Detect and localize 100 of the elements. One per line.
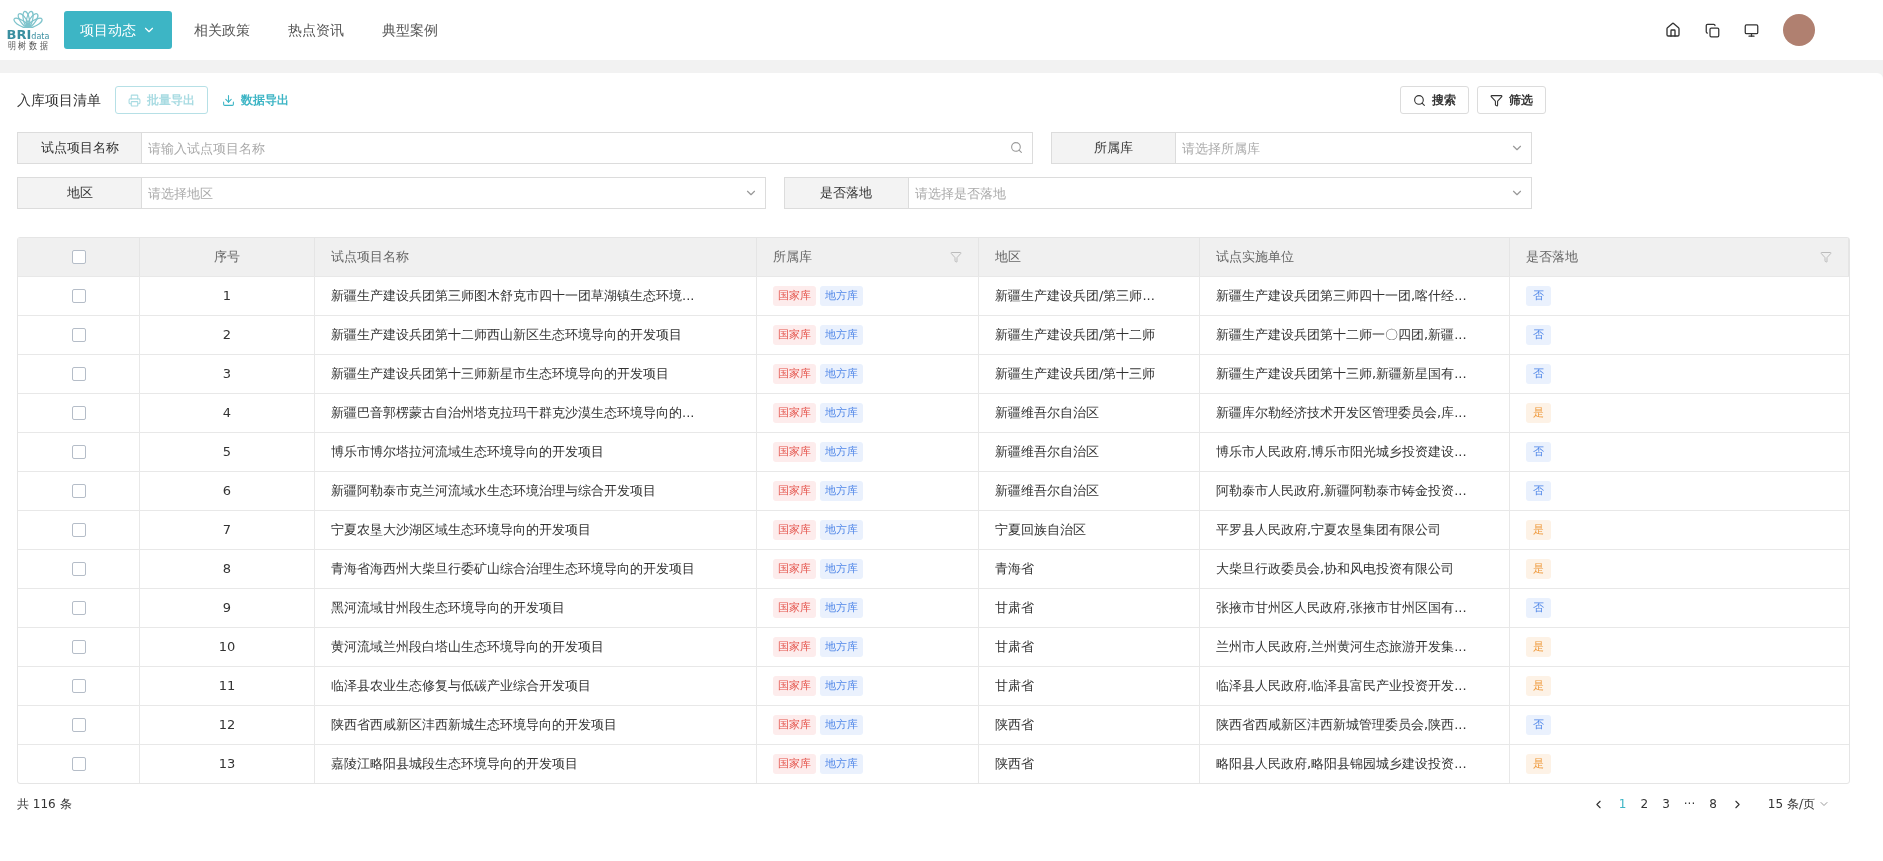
copy-icon[interactable] (1705, 22, 1720, 38)
checkbox[interactable] (71, 289, 86, 303)
checkbox[interactable] (71, 367, 86, 381)
table-cell-text: 新疆库尔勒经济技术开发区管理委员会,库... (1216, 404, 1467, 423)
nav-tab[interactable]: 相关政策 (178, 11, 266, 49)
column-header: 地区 (995, 248, 1021, 267)
select-field[interactable]: 请选择地区 (142, 177, 766, 209)
table-cell-text: 新疆阿勒泰市克兰河流域水生态环境治理与综合开发项目 (331, 482, 656, 501)
table-cell-text: 1 (222, 287, 232, 306)
nav-tab[interactable]: 典型案例 (366, 11, 454, 49)
table-cell-text: 新疆维吾尔自治区 (995, 404, 1099, 423)
checkbox[interactable] (71, 718, 86, 732)
table-cell-text: 13 (218, 755, 236, 774)
table-cell-text: 黑河流域甘州段生态环境导向的开发项目 (331, 599, 565, 618)
checkbox[interactable] (71, 445, 86, 459)
library-tag: 地方库 (820, 363, 863, 385)
library-tag: 地方库 (820, 675, 863, 697)
search-icon (1413, 93, 1426, 107)
table-cell-text: 新疆生产建设兵团第三师四十一团,喀什经... (1216, 287, 1467, 306)
status-tag: 是 (1526, 558, 1551, 580)
table-cell-text: 宁夏农垦大沙湖区域生态环境导向的开发项目 (331, 521, 591, 540)
library-tag: 国家库 (773, 558, 816, 580)
checkbox[interactable] (71, 562, 86, 576)
status-tag: 否 (1526, 480, 1551, 502)
checkbox[interactable] (71, 250, 86, 264)
table-cell-text: 新疆生产建设兵团第十二师一〇四团,新疆... (1216, 326, 1467, 345)
leaf-icon (12, 9, 44, 28)
select-field[interactable]: 请选择是否落地 (908, 177, 1532, 209)
table-cell-text: 甘肃省 (995, 677, 1034, 696)
page-button[interactable]: 8 (1709, 795, 1717, 813)
page-button[interactable]: ··· (1683, 795, 1696, 813)
table-cell-text: 博乐市博尔塔拉河流域生态环境导向的开发项目 (331, 443, 604, 462)
library-tag: 国家库 (773, 753, 816, 775)
avatar[interactable] (1783, 14, 1815, 46)
page-button[interactable]: 3 (1662, 795, 1670, 813)
nav-tab[interactable]: 热点资讯 (272, 11, 360, 49)
search-button[interactable]: 搜索 (1400, 86, 1469, 114)
library-tag: 国家库 (773, 519, 816, 541)
library-tag: 地方库 (820, 441, 863, 463)
status-tag: 否 (1526, 597, 1551, 619)
library-tag: 国家库 (773, 285, 816, 307)
checkbox[interactable] (71, 523, 86, 537)
table-cell-text: 3 (222, 365, 232, 384)
library-tag: 地方库 (820, 285, 863, 307)
table-cell-text: 阿勒泰市人民政府,新疆阿勒泰市铸金投资... (1216, 482, 1467, 501)
table-cell-text: 兰州市人民政府,兰州黄河生态旅游开发集... (1216, 638, 1467, 657)
library-tag: 国家库 (773, 324, 816, 346)
filter-icon[interactable] (1820, 251, 1832, 263)
status-tag: 否 (1526, 324, 1551, 346)
table-cell-text: 12 (218, 716, 236, 735)
table-cell-text: 新疆生产建设兵团/第十二师 (995, 326, 1156, 345)
checkbox[interactable] (71, 757, 86, 771)
library-tag: 国家库 (773, 714, 816, 736)
table-cell-text: 新疆维吾尔自治区 (995, 443, 1099, 462)
filter-icon[interactable] (950, 251, 962, 263)
library-tag: 国家库 (773, 597, 816, 619)
status-tag: 是 (1526, 753, 1551, 775)
table-cell-text: 青海省海西州大柴旦行委矿山综合治理生态环境导向的开发项目 (331, 560, 695, 579)
filter-icon (1490, 93, 1503, 107)
checkbox[interactable] (71, 679, 86, 693)
library-tag: 地方库 (820, 324, 863, 346)
total-count: 共 116 条 (17, 796, 72, 813)
table-cell-text: 平罗县人民政府,宁夏农垦集团有限公司 (1216, 521, 1442, 540)
logo: BRIdata 明 树 数 据 (2, 9, 54, 51)
filter-button[interactable]: 筛选 (1477, 86, 1546, 114)
library-tag: 国家库 (773, 480, 816, 502)
checkbox[interactable] (71, 640, 86, 654)
column-header: 序号 (214, 248, 240, 267)
field-label: 地区 (17, 177, 142, 209)
table-cell-text: 黄河流域兰州段白塔山生态环境导向的开发项目 (331, 638, 604, 657)
table-cell-text: 临泽县农业生态修复与低碳产业综合开发项目 (331, 677, 591, 696)
select-field[interactable]: 请选择所属库 (1176, 132, 1532, 164)
table-cell-text: 青海省 (995, 560, 1034, 579)
monitor-icon[interactable] (1744, 22, 1759, 38)
table-cell-text: 新疆生产建设兵团/第三师... (995, 287, 1155, 306)
checkbox[interactable] (71, 328, 86, 342)
table-cell-text: 新疆维吾尔自治区 (995, 482, 1099, 501)
checkbox[interactable] (71, 601, 86, 615)
table-cell-text: 9 (222, 599, 232, 618)
checkbox[interactable] (71, 484, 86, 498)
field-label: 试点项目名称 (17, 132, 142, 164)
table-cell-text: 甘肃省 (995, 638, 1034, 657)
column-header: 所属库 (773, 248, 812, 267)
library-tag: 地方库 (820, 480, 863, 502)
table-cell-text: 略阳县人民政府,略阳县锦园城乡建设投资... (1216, 755, 1467, 774)
status-tag: 是 (1526, 675, 1551, 697)
table-cell-text: 6 (222, 482, 232, 501)
table-cell-text: 陕西省西咸新区沣西新城生态环境导向的开发项目 (331, 716, 617, 735)
table-cell-text: 陕西省 (995, 755, 1034, 774)
input-field[interactable]: 请输入试点项目名称 (142, 132, 1033, 164)
checkbox[interactable] (71, 406, 86, 420)
search-icon (1010, 141, 1023, 154)
table-cell-text: 5 (222, 443, 232, 462)
home-icon[interactable] (1665, 22, 1681, 38)
status-tag: 是 (1526, 519, 1551, 541)
library-tag: 地方库 (820, 558, 863, 580)
table-cell-text: 张掖市甘州区人民政府,张掖市甘州区国有... (1216, 599, 1467, 618)
page-button[interactable]: 2 (1640, 795, 1649, 813)
table-cell-text: 临泽县人民政府,临泽县富民产业投资开发... (1216, 677, 1467, 696)
page-size-select[interactable]: 15 条/页 (1767, 795, 1830, 813)
